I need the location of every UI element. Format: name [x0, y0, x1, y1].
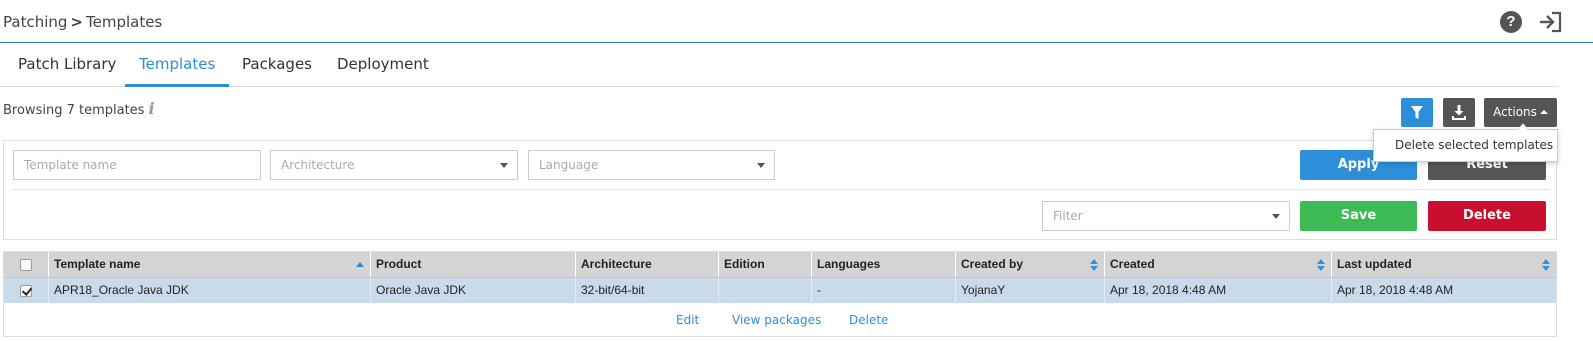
results-count: Browsing 7 templates i: [3, 99, 155, 118]
column-label: Created by: [961, 257, 1024, 271]
chevron-down-icon: [500, 163, 508, 168]
cell-last-updated: Apr 18, 2018 4:48 AM: [1331, 278, 1556, 303]
delete-filter-button[interactable]: Delete: [1428, 201, 1546, 231]
column-header-architecture[interactable]: Architecture: [575, 252, 718, 277]
architecture-placeholder: Architecture: [281, 158, 355, 172]
download-icon: [1452, 105, 1466, 120]
chevron-down-icon: [757, 163, 765, 168]
column-label: Created: [1110, 257, 1155, 271]
actions-menu: Delete selected templates: [1373, 123, 1558, 162]
view-packages-link[interactable]: View packages: [732, 313, 821, 327]
delete-link[interactable]: Delete: [849, 313, 888, 327]
column-label: Languages: [817, 257, 881, 271]
breadcrumb: Patching > Templates: [3, 13, 162, 31]
select-all-checkbox[interactable]: [20, 259, 32, 271]
cell-edition: [718, 278, 811, 303]
cell-created-by: YojanaY: [955, 278, 1104, 303]
tab-templates[interactable]: Templates: [125, 44, 230, 87]
row-actions: Edit View packages Delete: [4, 303, 1556, 336]
column-header-product[interactable]: Product: [370, 252, 575, 277]
divider: [12, 189, 1550, 190]
table-header: Template name Product Architecture Editi…: [4, 252, 1556, 277]
tab-bar: Patch Library Templates Packages Deploym…: [0, 44, 1558, 87]
sort-ascending-icon: [356, 262, 364, 267]
sort-icon: [1317, 259, 1325, 271]
column-header-languages[interactable]: Languages: [811, 252, 955, 277]
cell-languages: -: [811, 278, 955, 303]
saved-filter-select[interactable]: Filter: [1042, 201, 1290, 231]
download-button[interactable]: [1443, 98, 1475, 127]
edit-link[interactable]: Edit: [676, 313, 699, 327]
tab-packages[interactable]: Packages: [228, 44, 326, 87]
cell-architecture: 32-bit/64-bit: [575, 278, 718, 303]
cell-template-name: APR18_Oracle Java JDK: [48, 278, 370, 303]
cell-product: Oracle Java JDK: [370, 278, 575, 303]
architecture-select[interactable]: Architecture: [270, 150, 518, 180]
column-header-last-updated[interactable]: Last updated: [1331, 252, 1556, 277]
column-label: Last updated: [1337, 257, 1412, 271]
row-select-cell: [4, 278, 48, 303]
tab-patch-library[interactable]: Patch Library: [4, 44, 130, 87]
cell-created: Apr 18, 2018 4:48 AM: [1104, 278, 1331, 303]
help-icon[interactable]: ?: [1500, 11, 1522, 33]
funnel-icon: [1411, 106, 1423, 119]
row-checkbox[interactable]: [20, 285, 32, 297]
template-name-input[interactable]: Template name: [13, 150, 261, 180]
language-placeholder: Language: [539, 158, 599, 172]
table-row[interactable]: APR18_Oracle Java JDK Oracle Java JDK 32…: [4, 277, 1556, 303]
menu-arrow-inner: [1518, 124, 1528, 130]
breadcrumb-page: Templates: [85, 13, 163, 31]
filter-panel: Template name Architecture Language Appl…: [3, 140, 1557, 240]
menu-item-delete-selected[interactable]: Delete selected templates: [1395, 138, 1553, 152]
column-label: Template name: [54, 257, 141, 271]
actions-label: Actions: [1493, 105, 1537, 119]
toggle-filters-button[interactable]: [1401, 98, 1433, 127]
templates-table: Template name Product Architecture Editi…: [3, 251, 1557, 337]
column-header-edition[interactable]: Edition: [718, 252, 811, 277]
column-label: Architecture: [581, 257, 652, 271]
caret-up-icon: [1539, 110, 1548, 114]
sign-out-icon[interactable]: [1538, 10, 1564, 34]
column-label: Edition: [724, 257, 765, 271]
sort-icon: [1542, 259, 1550, 271]
column-label: Product: [376, 257, 422, 271]
select-all-cell: [4, 252, 48, 277]
column-header-template-name[interactable]: Template name: [48, 252, 370, 277]
chevron-down-icon: [1272, 214, 1280, 219]
breadcrumb-section[interactable]: Patching: [3, 13, 67, 31]
column-header-created[interactable]: Created: [1104, 252, 1331, 277]
template-name-placeholder: Template name: [24, 158, 117, 172]
results-count-text: Browsing 7 templates: [3, 103, 145, 118]
breadcrumb-separator: >: [70, 13, 83, 31]
language-select[interactable]: Language: [528, 150, 775, 180]
sort-icon: [1090, 259, 1098, 271]
saved-filter-placeholder: Filter: [1053, 209, 1083, 223]
save-filter-button[interactable]: Save: [1300, 201, 1417, 231]
column-header-created-by[interactable]: Created by: [955, 252, 1104, 277]
info-icon[interactable]: i: [148, 99, 154, 118]
tab-deployment[interactable]: Deployment: [323, 44, 443, 87]
top-bar: Patching > Templates ?: [0, 0, 1593, 43]
